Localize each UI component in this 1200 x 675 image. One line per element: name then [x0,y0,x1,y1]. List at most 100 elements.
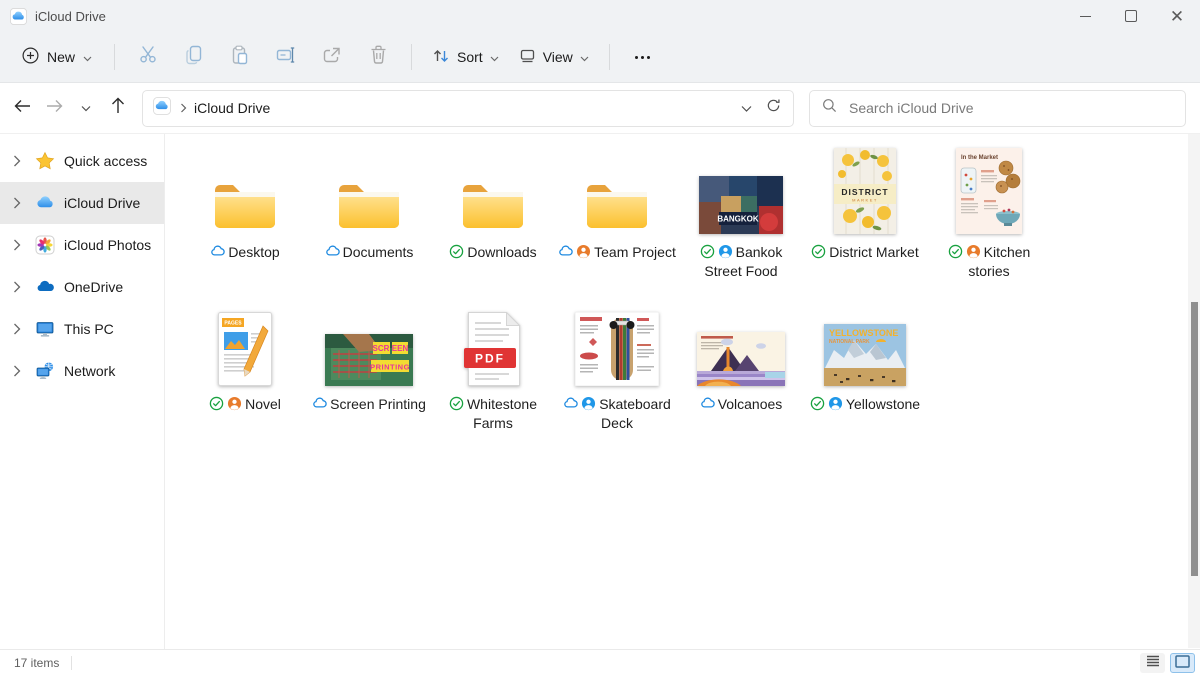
sidebar-item-label: This PC [64,321,114,337]
list-view-button[interactable] [1140,653,1165,673]
chevron-down-icon [580,49,589,65]
file-item[interactable]: Downloads [431,142,555,288]
file-label: Bankok Street Food [680,243,802,281]
file-name: Desktop [228,244,279,260]
file-item[interactable]: Documents [307,142,431,288]
file-item[interactable]: Team Project [555,142,679,288]
chevron-right-icon[interactable] [13,197,22,209]
address-dropdown-button[interactable] [741,99,752,117]
sort-button[interactable]: Sort [422,40,509,75]
sidebar-item-network[interactable]: Network [0,350,164,392]
recent-locations-chevron-icon [81,99,91,117]
file-item[interactable]: SCREENPRINTINGScreen Printing [307,294,431,440]
file-label: Documents [325,243,414,262]
file-item[interactable]: Volcanoes [679,294,803,440]
downloaded-check-icon [209,396,224,411]
icloud-drive-icon [35,193,55,213]
file-label: Desktop [210,243,279,262]
icloud-synced-icon [563,396,578,411]
sidebar-item-label: Network [64,363,115,379]
close-button[interactable]: ✕ [1154,0,1200,32]
view-button[interactable]: View [509,41,599,74]
sidebar-item-onedrive[interactable]: OneDrive [0,266,164,308]
paste-icon [231,45,249,70]
more-options-button[interactable] [620,39,666,75]
file-item[interactable]: YELLOWSTONENATIONAL PARKYellowstone [803,294,927,440]
pdf-doc-thumbnail: PDF [464,294,522,386]
folder-thumbnail [212,142,278,234]
copy-icon [185,45,203,70]
maximize-button[interactable] [1108,0,1154,32]
forward-button[interactable] [38,91,70,125]
back-arrow-icon [14,99,31,118]
svg-text:BANGKOK: BANGKOK [717,215,759,224]
up-button[interactable] [102,91,134,125]
file-item[interactable]: Desktop [183,142,307,288]
file-label: Volcanoes [700,395,783,414]
view-icon [519,48,536,67]
star-icon [35,151,55,171]
breadcrumb[interactable]: iCloud Drive [194,100,270,116]
toolbar-divider [609,44,610,70]
rename-icon [276,46,296,69]
icloud-synced-icon [312,396,327,411]
paste-button[interactable] [217,39,263,75]
recent-locations-button[interactable] [70,91,102,125]
cut-icon [139,45,158,69]
scrollbar-thumb[interactable] [1191,302,1198,576]
file-name: Yellowstone [846,396,920,412]
shared-orange-icon [966,244,981,259]
copy-button[interactable] [171,39,217,75]
svg-text:EEN: EEN [392,344,409,353]
chevron-down-icon [490,49,499,65]
back-button[interactable] [6,91,38,125]
file-label: Yellowstone [810,395,920,414]
share-icon [322,45,342,69]
downloaded-check-icon [700,244,715,259]
file-name: Screen Printing [330,396,426,412]
sidebar-item-quick-access[interactable]: Quick access [0,140,164,182]
sidebar-item-this-pc[interactable]: This PC [0,308,164,350]
chevron-right-icon[interactable] [13,155,22,167]
sidebar-item-label: Quick access [64,153,147,169]
chevron-right-icon[interactable] [13,365,22,377]
refresh-button[interactable] [766,98,781,118]
chevron-right-icon[interactable] [13,323,22,335]
statusbar-divider [71,656,72,670]
chevron-right-icon[interactable] [13,239,22,251]
new-button[interactable]: New [10,40,104,74]
file-label: Downloads [449,243,536,262]
file-item[interactable]: PDFWhitestone Farms [431,294,555,440]
sidebar-item-icloud-drive[interactable]: iCloud Drive [0,182,164,224]
file-item[interactable]: PAGESNovel [183,294,307,440]
file-grid: DesktopDocumentsDownloadsTeam ProjectBAN… [183,142,1051,440]
address-row: iCloud Drive [0,83,1200,134]
cut-button[interactable] [125,39,171,75]
file-item[interactable]: BANGKOK Bankok Street Food [679,142,803,288]
file-label: Skateboard Deck [556,395,678,433]
chevron-right-icon[interactable] [13,281,22,293]
more-options-icon [635,56,650,59]
svg-text:PRINTING: PRINTING [370,363,410,372]
thumbnail-view-button[interactable] [1170,653,1195,673]
search-box[interactable] [809,90,1186,127]
file-name: Novel [245,396,281,412]
folder-thumbnail [336,142,402,234]
rename-button[interactable] [263,39,309,75]
address-bar[interactable]: iCloud Drive [142,90,794,127]
maximize-icon [1125,10,1137,22]
sidebar-item-icloud-photos[interactable]: iCloud Photos [0,224,164,266]
titlebar: iCloud Drive ✕ [0,0,1200,32]
file-label: District Market [811,243,918,262]
file-name: Documents [343,244,414,260]
delete-button[interactable] [355,39,401,75]
svg-text:In the Market: In the Market [961,155,998,161]
share-button[interactable] [309,39,355,75]
vertical-scrollbar[interactable] [1188,134,1200,648]
file-item[interactable]: DISTRICTMARKETDistrict Market [803,142,927,288]
file-item[interactable]: Skateboard Deck [555,294,679,440]
minimize-button[interactable] [1062,0,1108,32]
search-input[interactable] [847,99,1173,117]
file-item[interactable]: In the MarketKitchen stories [927,142,1051,288]
svg-text:PDF: PDF [475,352,505,366]
